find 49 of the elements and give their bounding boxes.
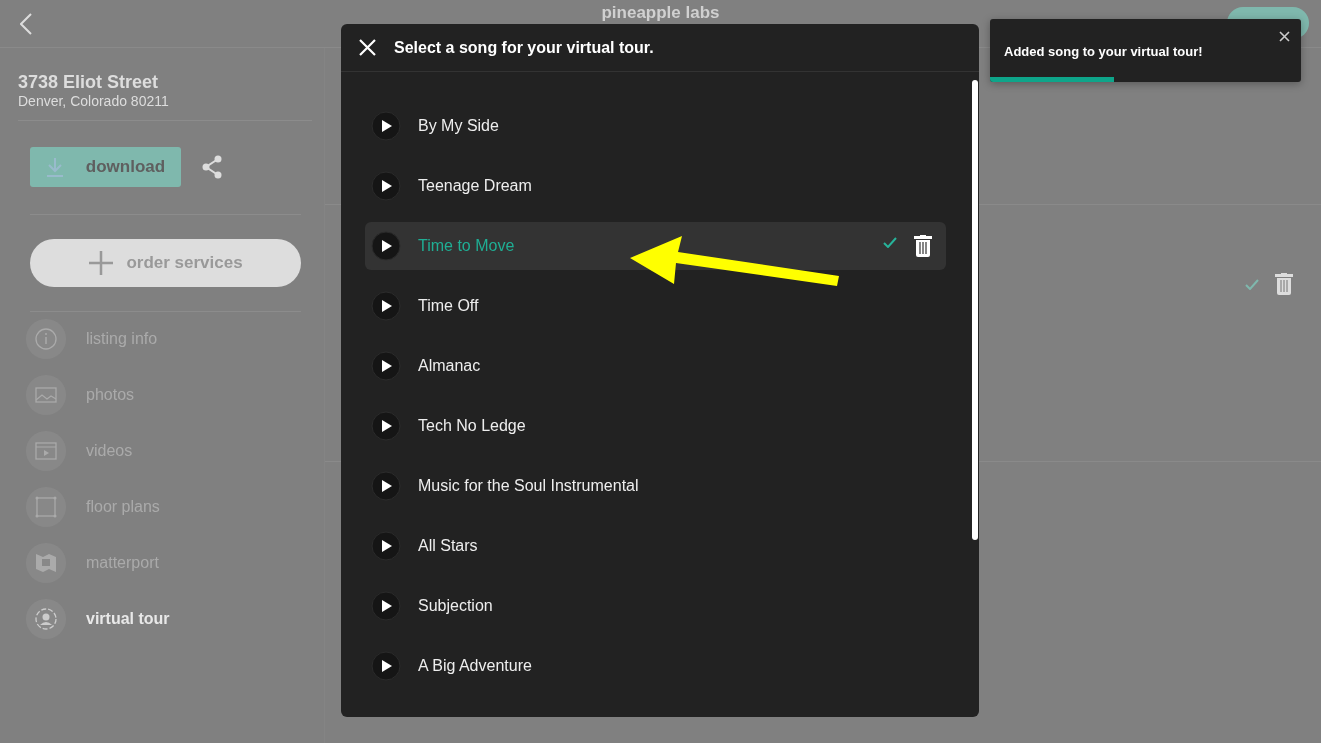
song-row[interactable]: Teenage Dream <box>365 162 946 210</box>
song-row[interactable]: Almanac <box>365 342 946 390</box>
song-title: Music for the Soul Instrumental <box>418 477 640 495</box>
close-icon[interactable] <box>1279 31 1290 42</box>
trash-icon[interactable] <box>914 235 932 257</box>
dialog-title: Select a song for your virtual tour. <box>394 38 654 57</box>
address-title: 3738 Eliot Street <box>18 72 160 93</box>
play-button[interactable] <box>371 651 401 681</box>
plus-icon <box>88 250 115 276</box>
play-button[interactable] <box>371 171 401 201</box>
play-button[interactable] <box>371 111 401 141</box>
song-row[interactable]: Time Off <box>365 282 946 330</box>
song-row[interactable]: Subjection <box>365 582 946 630</box>
square-icon <box>34 495 58 519</box>
song-title: Tech No Ledge <box>418 417 527 435</box>
song-title: Time Off <box>418 297 480 315</box>
map-icon <box>34 551 58 575</box>
share-icon[interactable] <box>201 155 223 179</box>
song-row[interactable]: Tech No Ledge <box>365 402 946 450</box>
song-title: Subjection <box>418 597 494 615</box>
toast-message: Added song to your virtual tour! <box>1004 44 1203 59</box>
song-title: Teenage Dream <box>418 177 533 195</box>
back-icon[interactable] <box>20 12 32 35</box>
song-row[interactable]: Music for the Soul Instrumental <box>365 462 946 510</box>
song-row[interactable]: A Big Adventure <box>365 642 946 690</box>
song-title: A Big Adventure <box>418 657 533 675</box>
song-title: By My Side <box>418 117 500 135</box>
scrollbar[interactable] <box>972 80 978 540</box>
play-button[interactable] <box>371 411 401 441</box>
info-icon <box>34 327 58 351</box>
song-title: Time to Move <box>418 237 516 255</box>
song-title: Almanac <box>418 357 482 375</box>
play-button[interactable] <box>371 471 401 501</box>
play-button[interactable] <box>371 231 401 261</box>
download-icon <box>45 157 64 177</box>
address-city: Denver, Colorado 80211 <box>18 93 170 109</box>
check-icon <box>1245 278 1259 290</box>
play-button[interactable] <box>371 591 401 621</box>
play-button[interactable] <box>371 531 401 561</box>
check-icon <box>883 236 897 248</box>
song-row[interactable]: All Stars <box>365 522 946 570</box>
song-title: All Stars <box>418 537 479 555</box>
person-icon <box>34 607 58 631</box>
play-button[interactable] <box>371 351 401 381</box>
app-title: pineapple labs <box>600 3 721 23</box>
song-row[interactable]: By My Side <box>365 102 946 150</box>
song-row[interactable]: Time to Move <box>365 222 946 270</box>
play-button[interactable] <box>371 291 401 321</box>
video-icon <box>34 439 58 463</box>
